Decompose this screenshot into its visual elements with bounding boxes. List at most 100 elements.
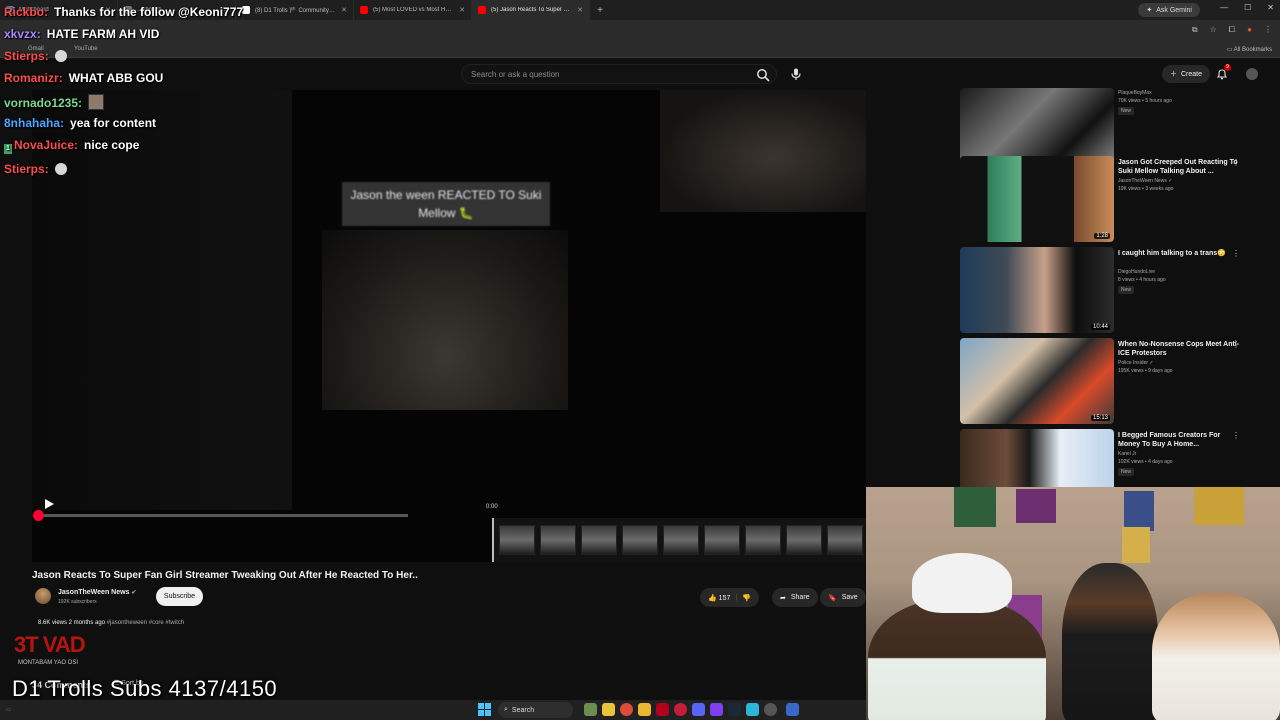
tab-close-icon[interactable]: ✕ [341, 6, 347, 14]
maximize-icon[interactable]: ☐ [1244, 3, 1251, 12]
more-options-icon[interactable]: ⋮ [1232, 340, 1240, 349]
taskbar-app-icon[interactable] [656, 703, 669, 716]
video-thumbnail[interactable]: 10:44 [960, 247, 1114, 333]
profile-icon[interactable]: ● [1247, 25, 1252, 35]
browser-toolbar-icons: ⧉ ☆ ⧠ ● ⋮ [1192, 25, 1272, 35]
ask-gemini-label: Ask Gemini [1156, 6, 1192, 14]
save-button[interactable]: 🔖 Save [820, 588, 866, 607]
chat-username-text: Stierps [4, 49, 45, 63]
more-options-icon[interactable]: ⋮ [1232, 431, 1240, 440]
description-tags: #jasontheween #core #twitch [106, 620, 185, 626]
recommendation-meta: 19K views • 3 weeks ago [1118, 186, 1174, 192]
recommendation-channel[interactable]: JasonTheWeen News ✓ [1118, 178, 1172, 184]
ask-gemini-button[interactable]: ✦ Ask Gemini [1138, 3, 1200, 17]
taskbar-app-icon[interactable] [786, 703, 799, 716]
video-time: 0:00 [486, 504, 498, 510]
chat-message: Romanizr: WHAT ABB GOU [4, 71, 163, 85]
scrubber-handle[interactable] [33, 510, 44, 521]
new-tab-icon[interactable]: + [590, 5, 610, 16]
search-input[interactable]: Search or ask a question [461, 64, 777, 84]
share-button[interactable]: ➦ Share [772, 588, 818, 607]
extensions-icon[interactable]: ⧠ [1229, 25, 1235, 35]
chat-username-text: Romanizr [4, 71, 59, 85]
video-frame-center [322, 230, 568, 410]
tab-close-icon[interactable]: ✕ [459, 6, 465, 14]
new-badge: New [1118, 286, 1135, 294]
search-placeholder: Search or ask a question [471, 69, 560, 79]
address-bar[interactable]: ⧉ ☆ ⧠ ● ⋮ [0, 20, 1280, 42]
browser-tab[interactable]: (5) Jason Reacts To Super Fan Gi... ✕ [472, 0, 590, 20]
account-avatar[interactable] [1246, 68, 1258, 80]
windows-start-icon[interactable] [478, 703, 491, 716]
chrome-icon[interactable] [620, 703, 633, 716]
minimize-icon[interactable]: — [1220, 3, 1228, 12]
taskbar-search[interactable]: ⌕ Search [498, 702, 573, 718]
progress-bar[interactable] [36, 514, 408, 517]
file-explorer-icon[interactable] [638, 703, 651, 716]
chat-username: Stierps: [4, 49, 49, 63]
streamer-webcam [866, 487, 1280, 720]
microphone-icon[interactable] [789, 67, 803, 81]
taskbar-app-icon[interactable] [710, 703, 723, 716]
channel-name[interactable]: JasonTheWeen News ✔ [58, 589, 136, 596]
description-box[interactable]: 8.6K views 2 months ago #jasontheween #c… [38, 620, 184, 626]
taskbar-app-icon[interactable] [602, 703, 615, 716]
share-label: Share [790, 594, 810, 601]
steam-icon[interactable] [728, 703, 741, 716]
recommendation-title: I caught him talking to a trans😳 [1118, 250, 1226, 257]
chat-username: Romanizr: [4, 71, 63, 85]
recommendation-channel[interactable]: PlaqueBoyMax [1118, 90, 1152, 96]
recommendation-channel[interactable]: Kanel Jr [1118, 451, 1136, 457]
discord-icon[interactable] [692, 703, 705, 716]
wall-poster [1016, 489, 1056, 523]
recommendation-channel[interactable]: Police Insider ✓ [1118, 360, 1154, 366]
video-thumbnail[interactable]: 1:28 [960, 156, 1114, 242]
chat-username: xkvzx: [4, 27, 41, 41]
all-bookmarks[interactable]: ▭ All Bookmarks [1227, 46, 1272, 53]
guest-person-right [1152, 593, 1280, 720]
chat-username-text: NovaJuice [14, 138, 75, 152]
bookmark-youtube[interactable]: YouTube [74, 46, 98, 52]
taskbar-app-icon[interactable] [746, 703, 759, 716]
white-hat [912, 553, 1012, 613]
recommendation-card[interactable]: 1:28 Jason Got Creeped Out Reacting To Su… [960, 156, 1250, 244]
chat-message: 8nhahaha: yea for content [4, 116, 156, 130]
tab-title: (5) Jason Reacts To Super Fan Gi... [491, 7, 572, 13]
subscriber-badge-icon: 1 [4, 144, 12, 154]
storyboard-frame [745, 525, 781, 555]
video-player[interactable]: Jason the ween REACTED TO Suki Mellow 🐛 … [32, 90, 866, 562]
storyboard-frame [704, 525, 740, 555]
create-button[interactable]: ＋ Create [1162, 65, 1211, 83]
browser-tab[interactable]: (8) D1 Trolls 🏴 Community / X ✕ [236, 0, 354, 20]
video-title: Jason Reacts To Super Fan Girl Streamer … [32, 570, 418, 581]
close-window-icon[interactable]: ✕ [1267, 3, 1274, 12]
play-icon[interactable] [44, 499, 54, 509]
taskbar-app-icon[interactable] [584, 703, 597, 716]
recommendation-channel[interactable]: DiegoHundoLive [1118, 269, 1155, 275]
menu-dots-icon[interactable]: ⋮ [1264, 25, 1272, 35]
chat-message-text: WHAT ABB GOU [68, 71, 164, 85]
recommendation-card[interactable]: 15:13 When No-Nonsense Cops Meet Anti-ICE… [960, 338, 1250, 426]
tab-close-icon[interactable]: ✕ [577, 6, 583, 14]
more-options-icon[interactable]: ⋮ [1232, 249, 1240, 258]
opera-icon[interactable] [674, 703, 687, 716]
browser-tab[interactable]: (5) Most LOVED vs Most HATED ✕ [354, 0, 472, 20]
obs-icon[interactable] [764, 703, 777, 716]
channel-avatar[interactable] [35, 588, 51, 604]
search-icon[interactable] [756, 68, 770, 82]
install-icon[interactable]: ⧉ [1192, 25, 1198, 35]
more-options-icon[interactable]: ⋮ [1232, 158, 1240, 167]
thumbs-down-icon[interactable]: 👎 [742, 594, 751, 602]
logo-small-text: MONTABAM YAO OSI [18, 660, 79, 666]
window-controls: — ☐ ✕ [1220, 3, 1274, 12]
chat-message-text: HATE FARM AH VID [46, 27, 160, 41]
chat-message: 1 NovaJuice: nice cope [4, 138, 139, 154]
video-thumbnail[interactable]: 15:13 [960, 338, 1114, 424]
star-icon[interactable]: ☆ [1210, 25, 1217, 35]
wall-poster [1122, 527, 1150, 563]
subscribe-button[interactable]: Subscribe [156, 587, 203, 606]
like-dislike-group: 👍 157 | 👎 [700, 588, 759, 607]
recommendation-card[interactable]: 10:44 I caught him talking to a trans😳 ⋮ Di… [960, 247, 1250, 335]
like-button[interactable]: 👍 157 [708, 594, 730, 602]
wall-poster [954, 487, 996, 527]
